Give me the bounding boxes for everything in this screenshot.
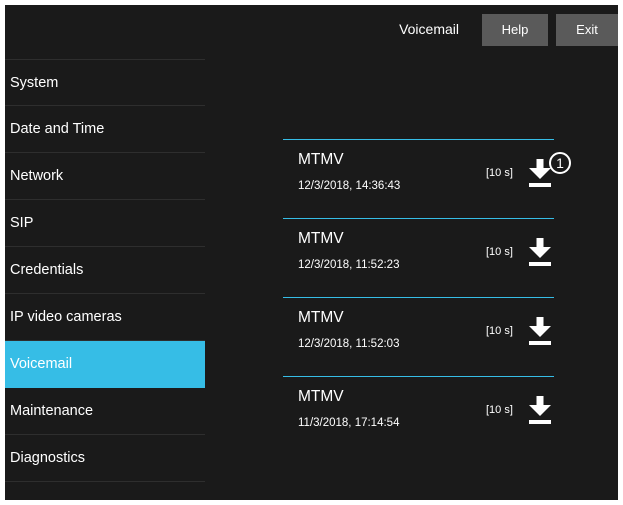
list-item: MTMV 12/3/2018, 11:52:23 [10 s] xyxy=(283,218,554,297)
sidebar-item-network[interactable]: Network xyxy=(5,153,205,200)
sidebar-item-label: Network xyxy=(10,168,64,184)
sidebar-item-diagnostics[interactable]: Diagnostics xyxy=(5,435,205,482)
voicemail-date: 12/3/2018, 14:36:43 xyxy=(298,180,401,192)
sidebar-item-label: SIP xyxy=(10,215,34,231)
sidebar-item-voicemail[interactable]: Voicemail xyxy=(5,341,205,388)
list-item: MTMV 12/3/2018, 11:52:03 [10 s] xyxy=(283,297,554,376)
voicemail-name: MTMV xyxy=(298,230,344,247)
download-icon[interactable] xyxy=(528,316,552,346)
voicemail-duration: [10 s] xyxy=(486,246,513,258)
voicemail-duration: [10 s] xyxy=(486,404,513,416)
page-title: Voicemail xyxy=(399,21,459,37)
callout-badge: 1 xyxy=(549,152,571,174)
top-bar: Voicemail Help Exit xyxy=(5,5,618,53)
sidebar-item-label: Maintenance xyxy=(10,403,94,419)
sidebar: System Date and Time Network SIP Credent… xyxy=(5,59,205,482)
sidebar-item-label: Date and Time xyxy=(10,121,105,137)
list-item: MTMV 11/3/2018, 17:14:54 [10 s] xyxy=(283,376,554,455)
help-button[interactable]: Help xyxy=(482,14,548,46)
sidebar-item-sip[interactable]: SIP xyxy=(5,200,205,247)
sidebar-item-maintenance[interactable]: Maintenance xyxy=(5,388,205,435)
voicemail-screen: Voicemail Help Exit System Date and Time… xyxy=(5,5,618,500)
voicemail-name: MTMV xyxy=(298,309,344,326)
voicemail-duration: [10 s] xyxy=(486,167,513,179)
voicemail-duration: [10 s] xyxy=(486,325,513,337)
voicemail-list: MTMV 12/3/2018, 14:36:43 [10 s] MTMV 12/… xyxy=(283,139,554,455)
sidebar-item-label: Diagnostics xyxy=(10,450,85,466)
list-item: MTMV 12/3/2018, 14:36:43 [10 s] xyxy=(283,139,554,218)
sidebar-item-label: IP video cameras xyxy=(10,309,122,325)
exit-button[interactable]: Exit xyxy=(556,14,618,46)
voicemail-date: 12/3/2018, 11:52:03 xyxy=(298,338,400,350)
sidebar-item-date-and-time[interactable]: Date and Time xyxy=(5,106,205,153)
sidebar-item-system[interactable]: System xyxy=(5,59,205,106)
sidebar-item-ip-video-cameras[interactable]: IP video cameras xyxy=(5,294,205,341)
sidebar-item-label: System xyxy=(10,74,59,91)
download-icon[interactable] xyxy=(528,395,552,425)
sidebar-item-label: Voicemail xyxy=(10,356,73,372)
voicemail-date: 11/3/2018, 17:14:54 xyxy=(298,417,400,429)
sidebar-item-label: Credentials xyxy=(10,262,84,278)
sidebar-item-credentials[interactable]: Credentials xyxy=(5,247,205,294)
voicemail-name: MTMV xyxy=(298,388,344,405)
download-icon[interactable] xyxy=(528,237,552,267)
voicemail-name: MTMV xyxy=(298,151,344,168)
voicemail-date: 12/3/2018, 11:52:23 xyxy=(298,259,400,271)
